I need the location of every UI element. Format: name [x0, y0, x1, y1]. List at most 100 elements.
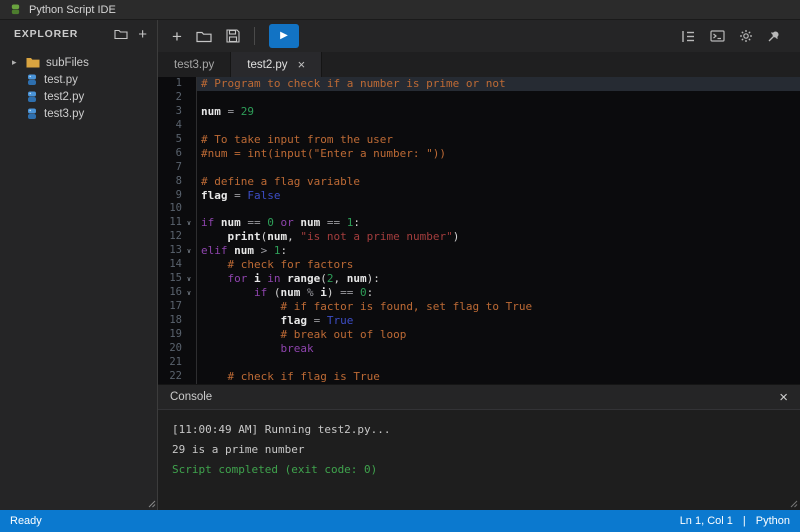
tab-bar: test3.py test2.py × — [158, 52, 800, 77]
console-output[interactable]: [11:00:49 AM] Running test2.py...29 is a… — [158, 410, 800, 510]
line-number: 11 — [158, 216, 182, 230]
line-number: 19 — [158, 328, 182, 342]
code-line[interactable]: 22 # check if flag is True — [158, 370, 800, 384]
code-line[interactable]: 6#num = int(input("Enter a number: ")) — [158, 147, 800, 161]
code-line[interactable]: 10 — [158, 202, 800, 216]
pin-icon — [767, 30, 780, 43]
line-number: 15 — [158, 272, 182, 286]
app-window: Python Script IDE EXPLORER + ▸ — [0, 0, 800, 532]
line-number: 18 — [158, 314, 182, 328]
code-text: # break out of loop — [196, 328, 800, 342]
code-line[interactable]: 7 — [158, 161, 800, 175]
folder-item-subfiles[interactable]: ▸ subFiles — [0, 54, 157, 71]
play-icon: ▶ — [280, 31, 288, 41]
code-line[interactable]: 2 — [158, 91, 800, 105]
fold-chevron-icon[interactable]: ∨ — [182, 286, 196, 300]
fold-spacer — [182, 133, 196, 147]
fold-spacer — [182, 105, 196, 119]
tab-test3[interactable]: test3.py — [158, 52, 231, 77]
code-line[interactable]: 18 flag = True — [158, 314, 800, 328]
code-line[interactable]: 16∨ if (num % i) == 0: — [158, 286, 800, 300]
fold-chevron-icon[interactable]: ∨ — [182, 244, 196, 258]
code-text: num = 29 — [196, 105, 800, 119]
toolbar-right-icons — [681, 29, 780, 43]
sidebar-resize-grip[interactable] — [148, 500, 156, 508]
fold-spacer — [182, 119, 196, 133]
fold-spacer — [182, 370, 196, 384]
status-divider: | — [743, 515, 746, 527]
line-number: 12 — [158, 230, 182, 244]
main-area: EXPLORER + ▸ subFiles — [0, 20, 800, 510]
line-number: 7 — [158, 161, 182, 175]
new-folder-button[interactable] — [114, 28, 128, 40]
new-file-toolbar-button[interactable]: + — [172, 28, 182, 45]
code-editor[interactable]: 1 # Program to check if a number is prime… — [158, 77, 800, 384]
code-line[interactable]: 19 # break out of loop — [158, 328, 800, 342]
status-ready: Ready — [10, 515, 680, 527]
line-number: 2 — [158, 91, 182, 105]
tab-test2-active[interactable]: test2.py × — [231, 52, 322, 77]
file-item[interactable]: test3.py — [0, 105, 157, 122]
code-text: # check for factors — [196, 258, 800, 272]
window-title: Python Script IDE — [29, 4, 116, 16]
code-text: if (num % i) == 0: — [196, 286, 800, 300]
fold-chevron-icon[interactable]: ∨ — [182, 216, 196, 230]
code-text: for i in range(2, num): — [196, 272, 800, 286]
run-button[interactable]: ▶ — [269, 24, 299, 48]
tab-label: test3.py — [174, 59, 214, 71]
language-mode[interactable]: Python — [756, 515, 790, 527]
code-line[interactable]: 11∨if num == 0 or num == 1: — [158, 216, 800, 230]
code-line[interactable]: 12 print(num, "is not a prime number") — [158, 230, 800, 244]
code-line[interactable]: 15∨ for i in range(2, num): — [158, 272, 800, 286]
code-line[interactable]: 14 # check for factors — [158, 258, 800, 272]
fold-spacer — [182, 175, 196, 189]
code-line[interactable]: 1 # Program to check if a number is prime… — [158, 77, 800, 91]
fold-chevron-icon[interactable]: ∨ — [182, 272, 196, 286]
console-resize-grip[interactable] — [790, 500, 798, 508]
code-text — [196, 161, 800, 175]
line-number: 9 — [158, 189, 182, 203]
title-bar: Python Script IDE — [0, 0, 800, 20]
outline-panel-button[interactable] — [681, 30, 696, 43]
line-number: 1 — [158, 77, 182, 91]
new-folder-icon — [115, 31, 127, 39]
code-line[interactable]: 3 num = 29 — [158, 105, 800, 119]
editor-column: + ▶ — [158, 20, 800, 510]
chevron-right-icon[interactable]: ▸ — [12, 57, 20, 68]
code-line[interactable]: 13∨elif num > 1: — [158, 244, 800, 258]
save-button[interactable] — [226, 29, 240, 43]
app-logo-python-icon — [10, 4, 21, 15]
line-number: 22 — [158, 370, 182, 384]
tab-close-icon[interactable]: × — [298, 58, 306, 71]
file-item[interactable]: test2.py — [0, 88, 157, 105]
file-item[interactable]: test.py — [0, 71, 157, 88]
code-text — [196, 119, 800, 133]
code-line[interactable]: 21 — [158, 356, 800, 370]
code-line[interactable]: 5# To take input from the user — [158, 133, 800, 147]
line-number: 3 — [158, 105, 182, 119]
code-line[interactable]: 17 # if factor is found, set flag to Tru… — [158, 300, 800, 314]
gutter-divider — [196, 77, 197, 384]
code-text: elif num > 1: — [196, 244, 800, 258]
fold-spacer — [182, 314, 196, 328]
python-file-icon — [26, 91, 38, 103]
code-line[interactable]: 9flag = False — [158, 189, 800, 203]
fold-spacer — [182, 91, 196, 105]
fold-spacer — [182, 189, 196, 203]
code-line[interactable]: 4 — [158, 119, 800, 133]
settings-button[interactable] — [739, 29, 753, 43]
code-text: # Program to check if a number is prime … — [196, 77, 800, 91]
pin-button[interactable] — [767, 30, 780, 43]
fold-spacer — [182, 230, 196, 244]
new-file-button[interactable]: + — [138, 27, 147, 42]
code-text: #num = int(input("Enter a number: ")) — [196, 147, 800, 161]
folder-label: subFiles — [46, 57, 89, 69]
cursor-position[interactable]: Ln 1, Col 1 — [680, 515, 733, 527]
console-close-icon[interactable]: × — [779, 390, 788, 405]
code-line[interactable]: 8# define a flag variable — [158, 175, 800, 189]
terminal-toggle-button[interactable] — [710, 30, 725, 42]
open-folder-button[interactable] — [196, 30, 212, 43]
code-text: # if factor is found, set flag to True — [196, 300, 800, 314]
code-text: flag = True — [196, 314, 800, 328]
code-line[interactable]: 20 break — [158, 342, 800, 356]
